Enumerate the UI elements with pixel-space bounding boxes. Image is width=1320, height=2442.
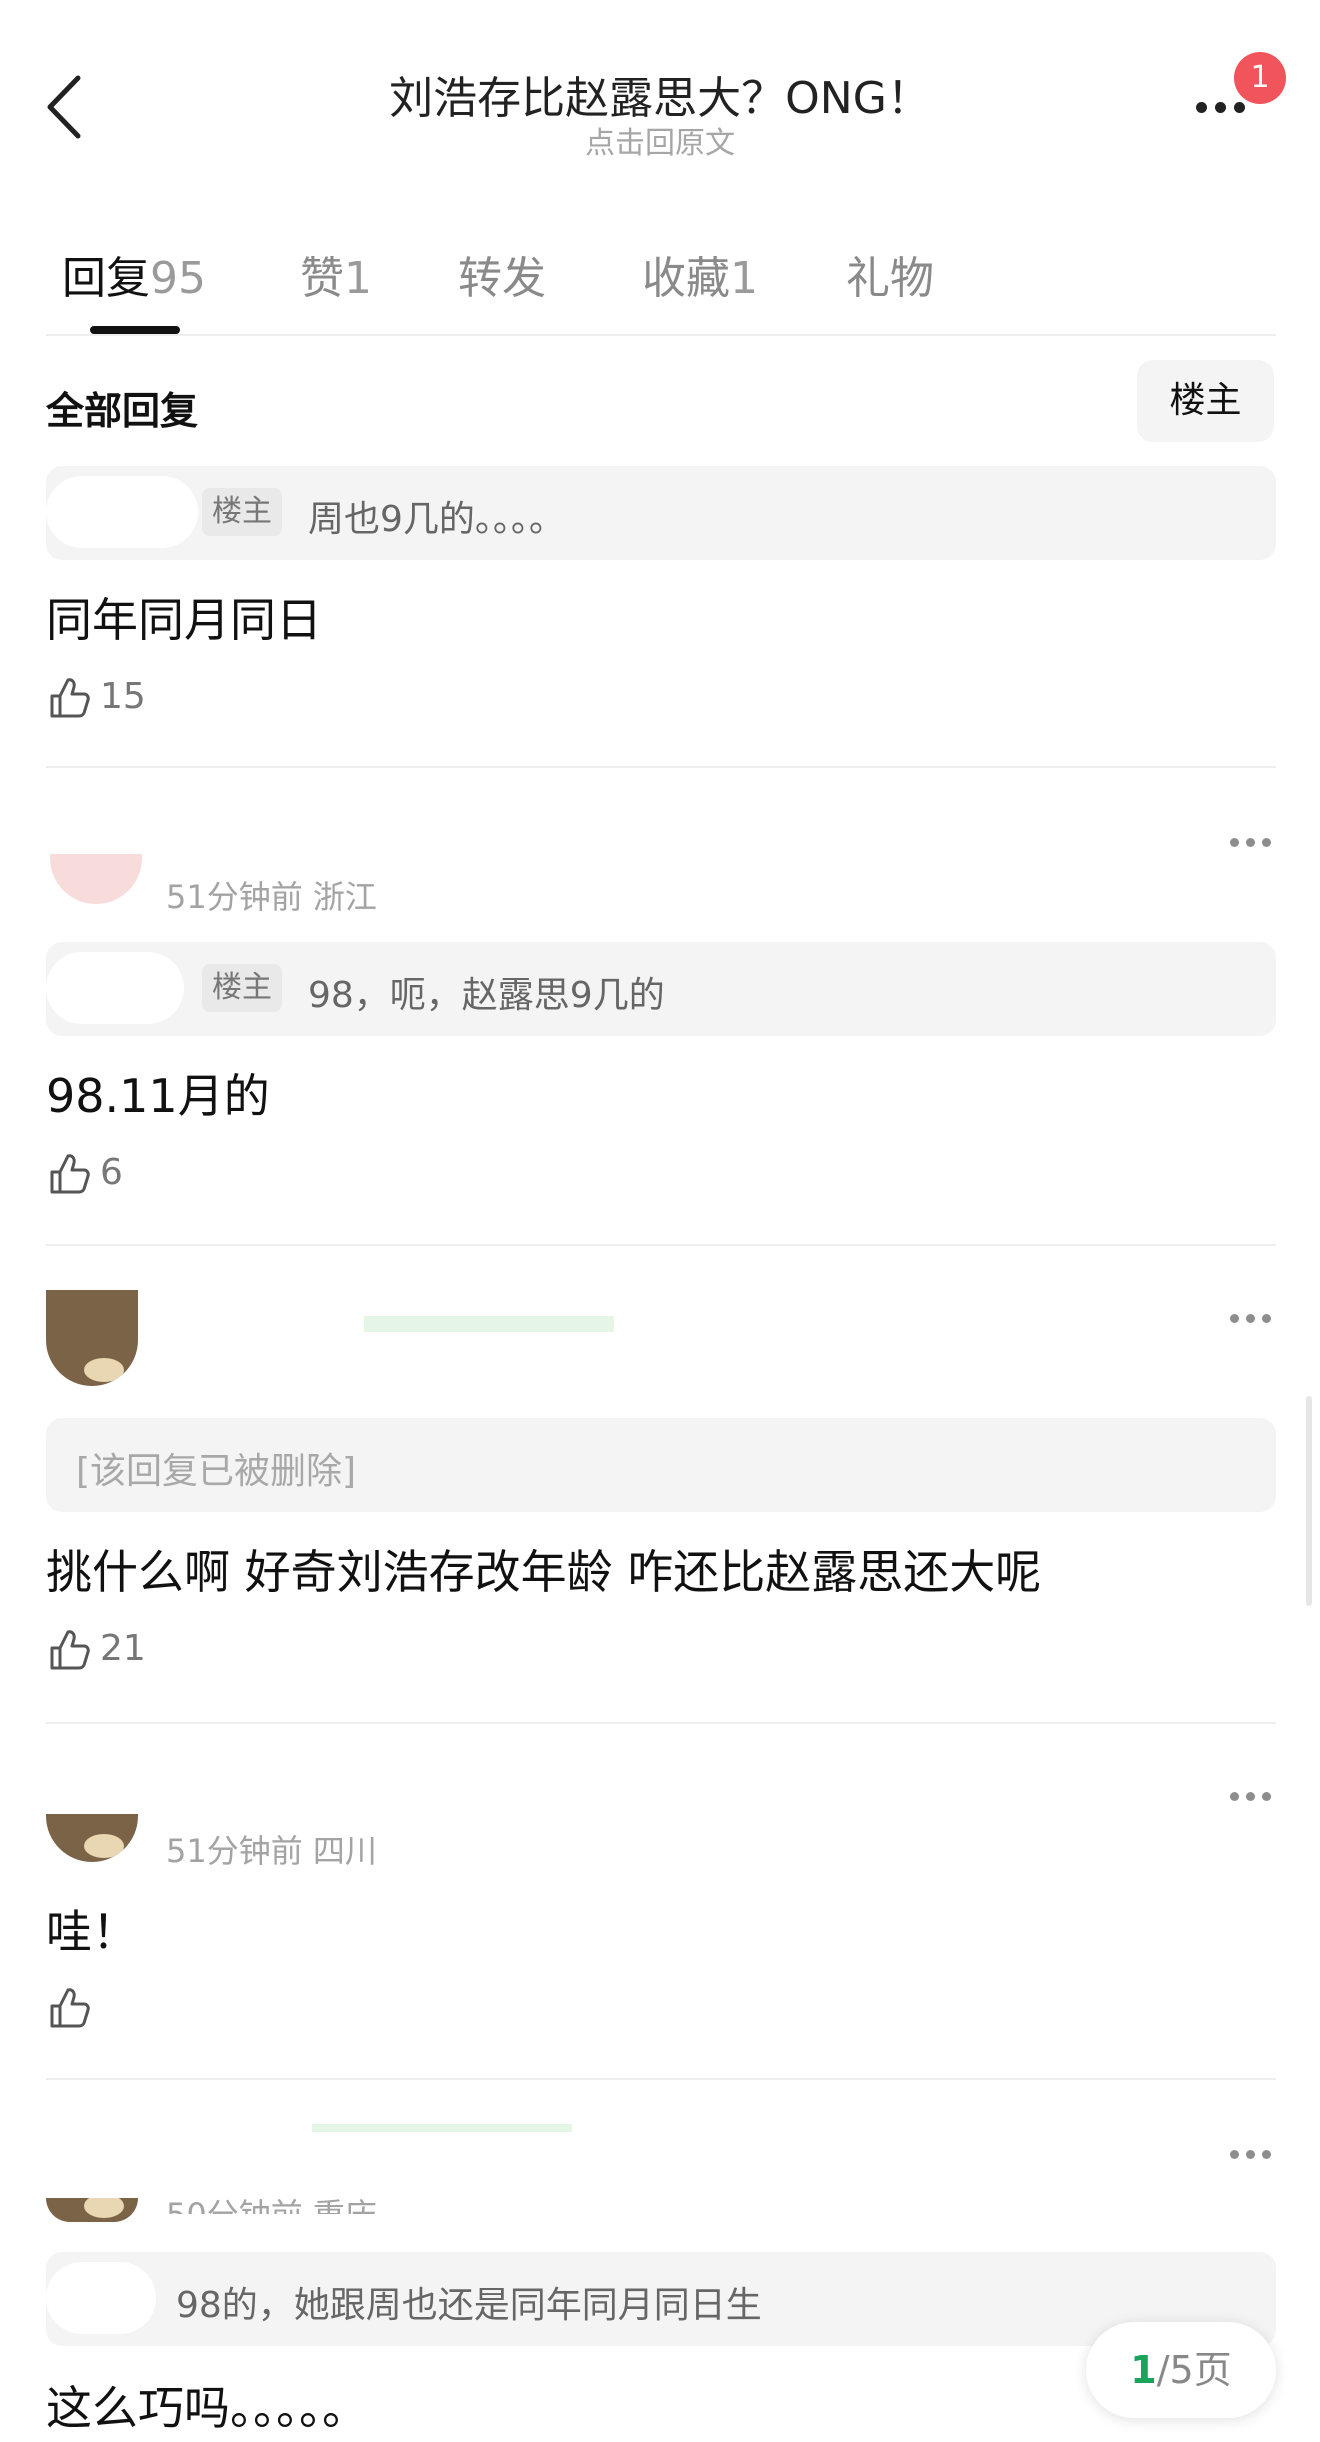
back-icon[interactable] <box>42 72 86 142</box>
comment-more-icon[interactable] <box>1230 832 1278 851</box>
divider <box>46 1722 1276 1724</box>
notification-badge: 1 <box>1234 52 1286 104</box>
quoted-text: 98，呃，赵露思9几的 <box>308 975 665 1016</box>
avatar[interactable] <box>50 854 142 904</box>
thumbs-up-icon[interactable] <box>46 674 94 722</box>
comment-more-icon[interactable] <box>1230 1308 1278 1327</box>
reply-text: 这么巧吗。。。。。 <box>46 2381 368 2435</box>
tab-favorites[interactable]: 收藏1 <box>642 242 758 306</box>
tab-reposts[interactable]: 转发 <box>458 242 546 306</box>
divider <box>46 766 1276 768</box>
user-badge <box>312 2124 572 2132</box>
page-indicator[interactable]: 1/5页 <box>1086 2322 1276 2418</box>
like-count: 21 <box>100 1628 146 1669</box>
divider <box>46 2078 1276 2080</box>
section-title: 全部回复 <box>46 389 199 433</box>
thumbs-up-icon[interactable] <box>46 1984 94 2032</box>
owner-tag: 楼主 <box>202 964 282 1012</box>
like-count: 6 <box>100 1152 123 1193</box>
tab-likes[interactable]: 赞1 <box>300 242 372 306</box>
tab-gifts[interactable]: 礼物 <box>846 242 934 306</box>
divider <box>46 1244 1276 1246</box>
scrollbar-thumb[interactable] <box>1306 1396 1312 1606</box>
quoted-text: 周也9几的。。。。 <box>308 499 565 540</box>
quoted-reply: 楼主 98，呃，赵露思9几的 <box>46 942 1276 1036</box>
user-badge <box>364 1316 614 1332</box>
avatar[interactable] <box>46 1814 138 1862</box>
comment-meta: 51分钟前 四川 <box>166 1832 377 1870</box>
quoted-reply: [该回复已被删除] <box>46 1418 1276 1512</box>
like-count: 15 <box>100 676 146 717</box>
reply-text: 同年同月同日 <box>46 593 322 647</box>
deleted-reply-notice: [该回复已被删除] <box>76 1451 357 1492</box>
comment-more-icon[interactable] <box>1230 1786 1278 1805</box>
active-tab-indicator <box>90 326 180 334</box>
reply-text: 哇！ <box>46 1905 138 1959</box>
quoted-reply: 98的，她跟周也还是同年同月同日生 <box>46 2252 1276 2346</box>
comment-meta: 50分钟前 重庆 <box>166 2190 377 2214</box>
comment-more-icon[interactable] <box>1230 2144 1278 2163</box>
quoted-reply: 楼主 周也9几的。。。。 <box>46 466 1276 560</box>
tab-replies[interactable]: 回复95 <box>62 242 206 306</box>
reply-text: 挑什么啊 好奇刘浩存改年龄 咋还比赵露思还大呢 <box>46 1545 1042 1599</box>
comment-meta: 51分钟前 浙江 <box>166 878 377 916</box>
reply-text: 98.11月的 <box>46 1069 270 1123</box>
divider <box>46 334 1276 336</box>
back-to-original-link[interactable]: 点击回原文 <box>200 118 1120 162</box>
owner-filter-button[interactable]: 楼主 <box>1137 360 1274 442</box>
page-title: 刘浩存比赵露思大？ONG！ <box>389 73 931 124</box>
avatar[interactable] <box>46 2198 138 2222</box>
owner-tag: 楼主 <box>202 488 282 536</box>
more-options-icon[interactable] <box>1196 98 1253 117</box>
thumbs-up-icon[interactable] <box>46 1150 94 1198</box>
avatar[interactable] <box>46 1290 138 1386</box>
quoted-text: 98的，她跟周也还是同年同月同日生 <box>176 2285 762 2326</box>
thumbs-up-icon[interactable] <box>46 1626 94 1674</box>
